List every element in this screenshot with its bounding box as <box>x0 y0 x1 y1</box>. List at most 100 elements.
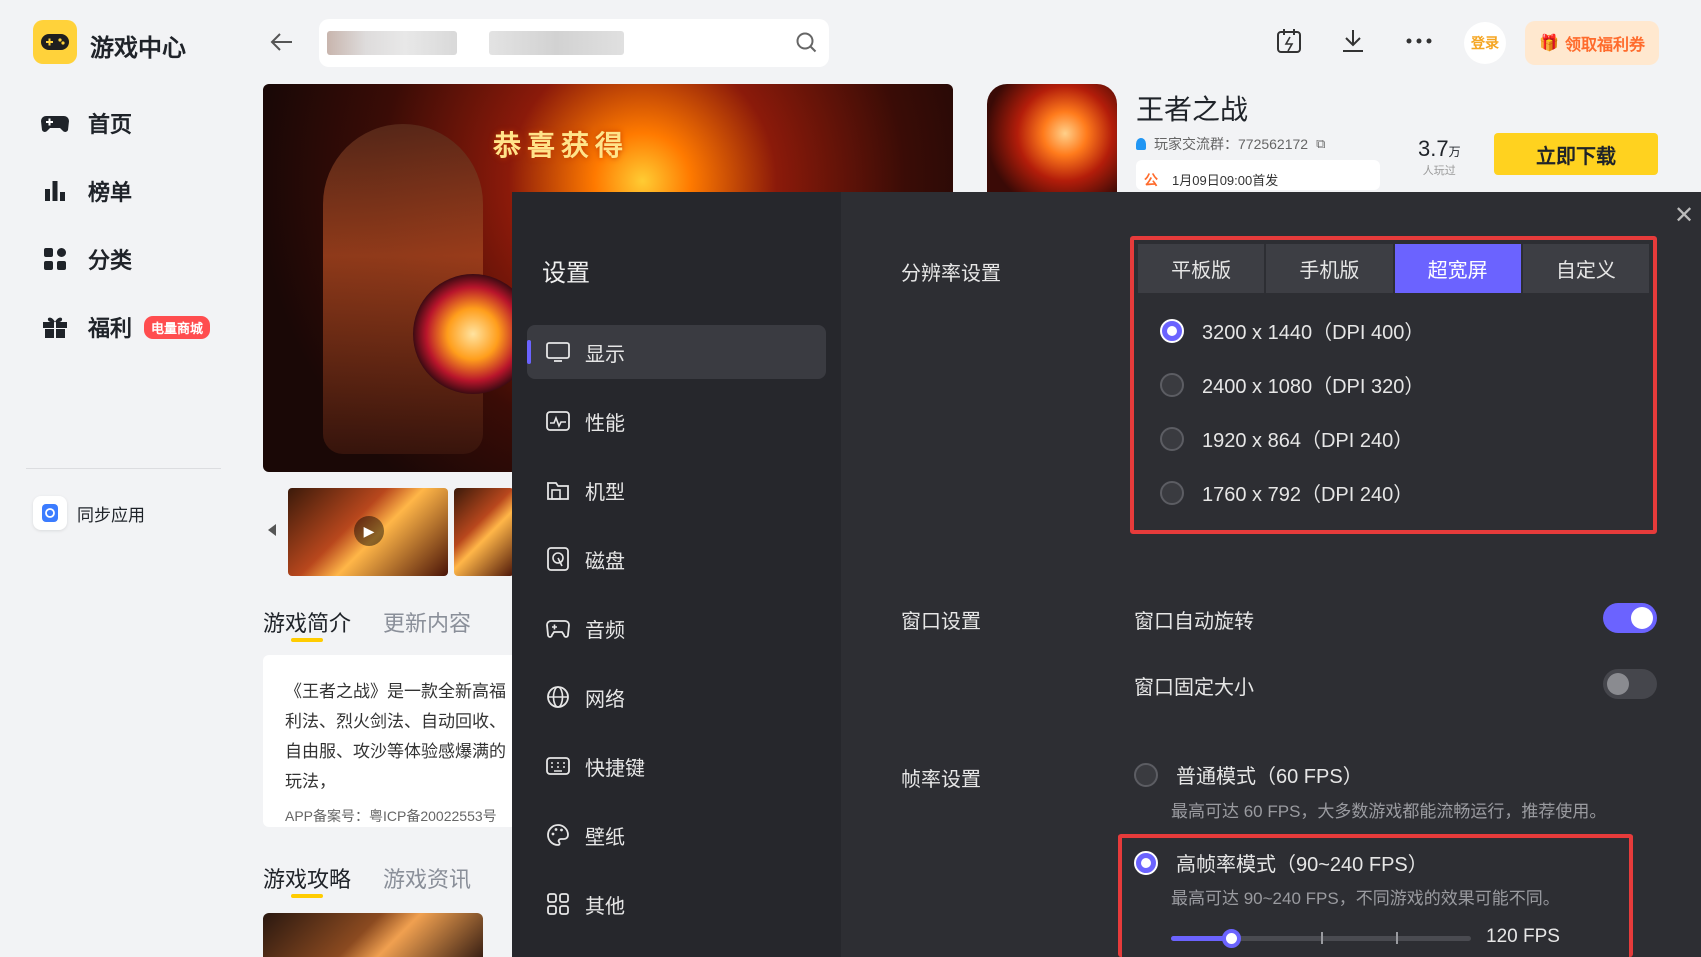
resolution-section-label: 分辨率设置 <box>901 263 1001 285</box>
keyboard-icon <box>545 753 571 779</box>
resolution-option[interactable]: 3200 x 1440（DPI 400） <box>1160 316 1424 345</box>
sidebar-divider <box>26 468 221 469</box>
tab-indicator <box>291 638 323 642</box>
resolution-tabs: 平板版 手机版 超宽屏 自定义 <box>1138 244 1649 293</box>
tab-intro[interactable]: 游戏简介 <box>263 606 351 638</box>
res-tab-ultrawide[interactable]: 超宽屏 <box>1394 244 1523 293</box>
fps-normal-desc: 最高可达 60 FPS，大多数游戏都能流畅运行，推荐使用。 <box>1171 802 1607 821</box>
nav-welfare[interactable]: 福利 电量商城 <box>40 307 211 347</box>
settings-menu-other[interactable]: 其他 <box>527 877 826 931</box>
app-title: 游戏中心 <box>90 35 186 62</box>
welfare-coupon-button[interactable]: 🎁 领取福利券 <box>1525 21 1659 65</box>
search-blurred-text <box>327 31 457 55</box>
game-name: 王者之战 <box>1136 94 1249 125</box>
guide-thumbnail[interactable] <box>263 913 483 957</box>
app-logo <box>33 20 77 64</box>
fps-normal-option[interactable]: 普通模式（60 FPS） <box>1134 760 1363 789</box>
players-num: 3.7 <box>1418 136 1449 161</box>
fps-value: 120 FPS <box>1486 926 1560 947</box>
more-icon[interactable] <box>1404 26 1434 56</box>
nav-home[interactable]: 首页 <box>40 103 132 143</box>
active-indicator <box>527 340 531 364</box>
fps-slider-tick <box>1396 932 1398 944</box>
settings-menu-label: 磁盘 <box>585 550 625 573</box>
image-thumbnail[interactable] <box>454 488 514 576</box>
res-tab-custom[interactable]: 自定义 <box>1522 244 1649 293</box>
release-notice: 公 1月09日09:00首发 <box>1136 160 1380 190</box>
nav-category[interactable]: 分类 <box>40 239 132 279</box>
download-now-button[interactable]: 立即下载 <box>1494 133 1658 175</box>
sync-apps-button[interactable]: 同步应用 <box>33 496 145 530</box>
nav-ranking[interactable]: 榜单 <box>40 171 132 211</box>
search-icon[interactable] <box>795 31 819 60</box>
sync-label: 同步应用 <box>77 505 145 525</box>
audio-icon <box>545 615 571 641</box>
video-thumbnail[interactable]: ▶ <box>288 488 448 576</box>
download-icon[interactable] <box>1338 26 1368 56</box>
res-tab-phone[interactable]: 手机版 <box>1266 244 1395 293</box>
user-icon <box>1136 138 1146 150</box>
sync-icon <box>33 496 67 530</box>
gift-icon <box>40 312 70 342</box>
performance-icon <box>545 408 571 434</box>
tab-updates[interactable]: 更新内容 <box>383 606 471 638</box>
close-icon[interactable]: ✕ <box>1672 204 1696 228</box>
radio-unselected[interactable] <box>1160 372 1184 397</box>
fixed-size-label: 窗口固定大小 <box>1134 677 1254 699</box>
search-blurred-text <box>489 31 624 55</box>
group-text: 玩家交流群：772562172 <box>1154 136 1309 152</box>
radio-selected[interactable] <box>1134 850 1158 875</box>
fps-high-desc: 最高可达 90~240 FPS，不同游戏的效果可能不同。 <box>1171 889 1560 908</box>
globe-icon <box>545 684 571 710</box>
login-button[interactable]: 登录 <box>1464 22 1506 64</box>
settings-menu-disk[interactable]: 磁盘 <box>527 532 826 586</box>
settings-menu-label: 快捷键 <box>585 757 645 780</box>
players-unit: 万 <box>1448 145 1461 159</box>
radio-unselected[interactable] <box>1160 480 1184 505</box>
resolution-option-label: 1920 x 864（DPI 240） <box>1202 430 1414 452</box>
nav-label: 首页 <box>88 112 133 137</box>
fps-slider[interactable] <box>1171 929 1471 948</box>
settings-menu-performance[interactable]: 性能 <box>527 394 826 448</box>
settings-menu-display[interactable]: 显示 <box>527 325 826 379</box>
game-icon <box>987 84 1117 194</box>
settings-menu-label: 其他 <box>585 895 625 918</box>
search-bar[interactable] <box>319 19 829 67</box>
shop-badge: 电量商城 <box>144 315 211 339</box>
fps-slider-tick <box>1321 932 1323 944</box>
window-section-label: 窗口设置 <box>901 611 981 633</box>
resolution-option-label: 2400 x 1080（DPI 320） <box>1202 376 1425 398</box>
fps-slider-knob[interactable] <box>1222 929 1241 948</box>
tab-news[interactable]: 游戏资讯 <box>383 862 471 894</box>
settings-menu-label: 网络 <box>585 688 625 711</box>
fps-high-option[interactable]: 高帧率模式（90~240 FPS） <box>1134 848 1428 877</box>
tab-guide[interactable]: 游戏攻略 <box>263 862 351 894</box>
thumbnail-strip: ▶ <box>263 484 514 578</box>
settings-menu-label: 显示 <box>585 343 625 366</box>
radio-unselected[interactable] <box>1134 762 1158 787</box>
back-arrow-icon[interactable] <box>268 28 296 56</box>
radio-selected[interactable] <box>1160 318 1184 343</box>
auto-rotate-toggle[interactable] <box>1603 603 1657 633</box>
resolution-option[interactable]: 2400 x 1080（DPI 320） <box>1160 370 1424 399</box>
player-group: 玩家交流群：772562172 ⧉ <box>1136 134 1325 154</box>
settings-menu-wallpaper[interactable]: 壁纸 <box>527 808 826 862</box>
monitor-icon <box>545 339 571 365</box>
gamepad-logo-icon <box>41 34 69 50</box>
resolution-option[interactable]: 1760 x 792（DPI 240） <box>1160 478 1413 507</box>
res-tab-tablet[interactable]: 平板版 <box>1138 244 1267 293</box>
copy-icon[interactable]: ⧉ <box>1316 136 1325 152</box>
bar-chart-icon <box>40 176 70 206</box>
radio-unselected[interactable] <box>1160 426 1184 451</box>
play-icon: ▶ <box>354 516 384 546</box>
resolution-option[interactable]: 1920 x 864（DPI 240） <box>1160 424 1413 453</box>
settings-menu-model[interactable]: 机型 <box>527 463 826 517</box>
nav-label: 榜单 <box>88 180 133 205</box>
fixed-size-toggle[interactable] <box>1603 669 1657 699</box>
settings-menu-shortcuts[interactable]: 快捷键 <box>527 739 826 793</box>
device-model-icon <box>545 477 571 503</box>
settings-menu-audio[interactable]: 音频 <box>527 601 826 655</box>
settings-menu-network[interactable]: 网络 <box>527 670 826 724</box>
calendar-icon[interactable] <box>1274 26 1304 56</box>
grid-icon <box>40 244 70 274</box>
